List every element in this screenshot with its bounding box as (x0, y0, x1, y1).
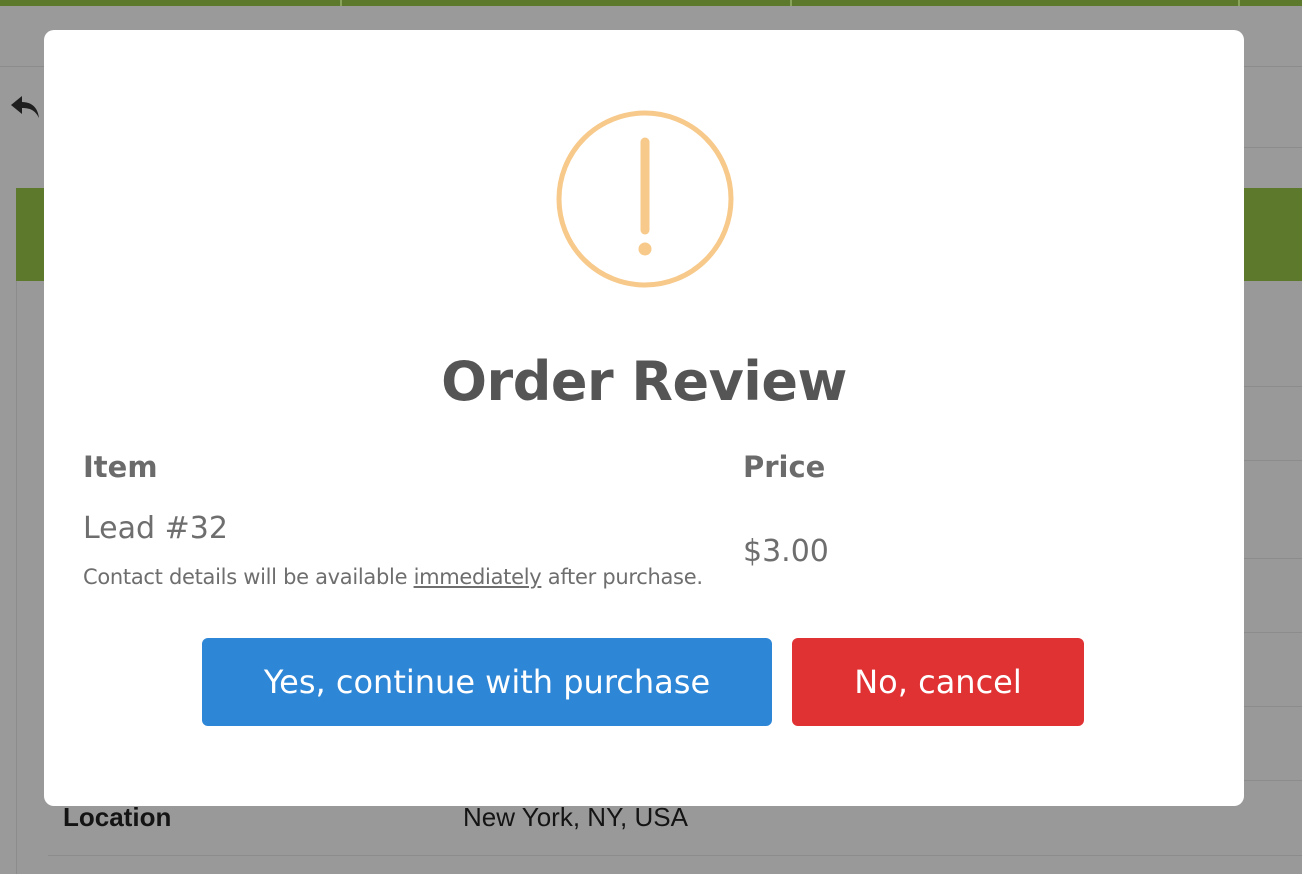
top-nav-separator (790, 0, 792, 6)
detail-row-value: New York, NY, USA (463, 802, 688, 832)
detail-row-divider (1244, 632, 1302, 633)
detail-row-divider (1244, 386, 1302, 387)
detail-row-divider (1244, 780, 1302, 781)
item-description: Contact details will be available immedi… (83, 565, 703, 589)
item-description-end: after purchase. (541, 565, 703, 589)
detail-row-label: Location (63, 802, 172, 832)
top-nav-bar (0, 0, 1302, 6)
detail-row-divider (1244, 558, 1302, 559)
background-divider (0, 66, 44, 67)
panel-border (16, 281, 17, 874)
cancel-button[interactable]: No, cancel (792, 638, 1084, 726)
detail-row-divider (48, 855, 1302, 856)
top-nav-separator (340, 0, 342, 6)
order-review-dialog: Order Review Item Price Lead #32 Contact… (44, 30, 1244, 806)
dialog-title: Order Review (441, 350, 847, 413)
item-price: $3.00 (743, 534, 829, 569)
warning-exclamation-icon (556, 110, 734, 288)
background-divider (1244, 66, 1302, 67)
item-description-start: Contact details will be available (83, 565, 414, 589)
top-nav-separator (1238, 0, 1240, 6)
item-column-header: Item (83, 450, 158, 484)
detail-row-divider (1244, 706, 1302, 707)
price-column-header: Price (743, 450, 826, 484)
item-description-emphasis: immediately (413, 565, 542, 589)
detail-row-divider (1244, 460, 1302, 461)
undo-arrow-icon[interactable] (8, 92, 42, 122)
background-divider (1244, 147, 1302, 148)
item-name: Lead #32 (83, 511, 228, 546)
confirm-purchase-button[interactable]: Yes, continue with purchase (202, 638, 772, 726)
